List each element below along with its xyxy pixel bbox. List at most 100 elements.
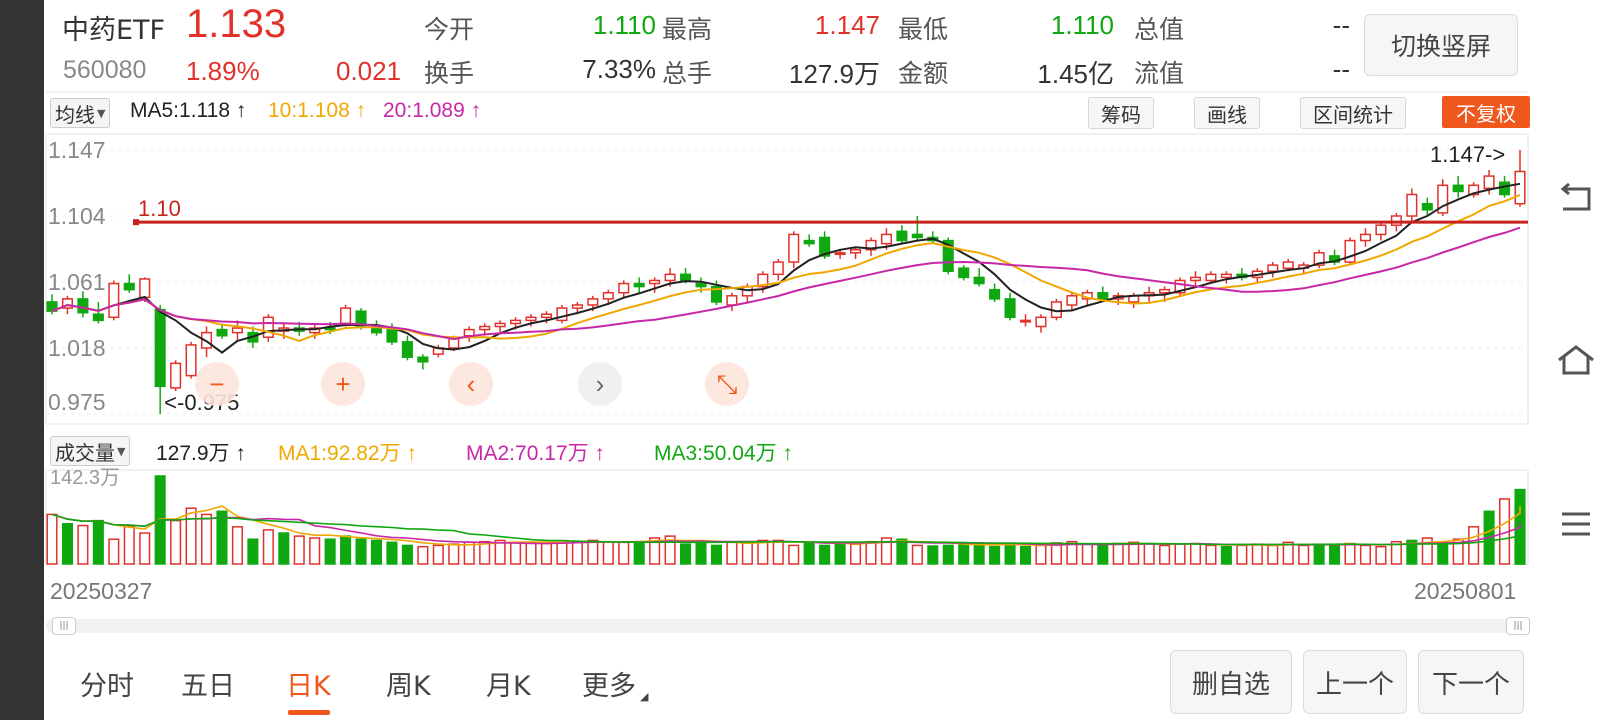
volume-bar: [46, 513, 58, 565]
volume-bar: [309, 537, 321, 565]
volume-bar: [1128, 541, 1140, 565]
caret-down-icon: ▼: [117, 444, 126, 458]
volume-bar: [710, 544, 723, 565]
volume-bar: [1050, 542, 1062, 565]
candle-body: [989, 288, 1001, 300]
back-icon[interactable]: [1556, 178, 1596, 218]
scroll-handle-left[interactable]: |||: [52, 617, 76, 635]
volume-bar: [1267, 544, 1279, 565]
next-button[interactable]: 下一个: [1418, 650, 1524, 714]
range-scrollbar[interactable]: [46, 619, 1528, 633]
volume-bar: [973, 542, 985, 565]
volume-bar: [958, 542, 970, 565]
candle-body: [1066, 295, 1078, 306]
volume-bar: [556, 541, 568, 565]
volume-bar: [170, 519, 182, 565]
volume-bar: [788, 544, 800, 565]
candle-body: [1499, 181, 1511, 196]
volume-bar: [324, 538, 336, 565]
candle-body: [695, 282, 707, 288]
vol-ma3-readout: MA3:50.04万 ↑: [654, 442, 793, 465]
candle-body: [973, 276, 985, 285]
volume-bar: [448, 543, 460, 565]
active-tab-indicator: [288, 710, 330, 715]
home-icon[interactable]: [1556, 340, 1596, 380]
candle-body: [386, 328, 398, 343]
candle-body: [1359, 233, 1372, 242]
price-tick-label: 1.104: [48, 203, 106, 229]
remove-watchlist-button[interactable]: 删自选: [1170, 650, 1292, 714]
tab-more[interactable]: 更多: [582, 664, 636, 703]
candle-body: [510, 319, 522, 325]
volume-bar: [139, 532, 151, 565]
volume-bar: [695, 542, 707, 565]
price-tick-label: 1.147: [48, 137, 106, 163]
tab-weekly-k[interactable]: 周K: [386, 664, 431, 703]
candle-body: [448, 338, 460, 349]
volume-bar: [1329, 543, 1341, 565]
tab-intraday[interactable]: 分时: [80, 664, 134, 703]
volume-bar: [510, 541, 522, 565]
previous-button[interactable]: 上一个: [1303, 650, 1407, 714]
volume-bar: [1437, 540, 1449, 565]
candle-body: [262, 316, 274, 339]
candle-body: [1483, 175, 1495, 190]
volume-indicator-select[interactable]: 成交量 ▼: [50, 436, 131, 466]
candle-body: [649, 279, 661, 285]
candle-body: [1004, 298, 1016, 319]
volume-bar: [942, 544, 954, 565]
candle-body: [1344, 239, 1356, 263]
candle-body: [896, 230, 908, 242]
zoom-in-icon-glyph: +: [335, 369, 350, 399]
volume-select-label: 成交量: [55, 440, 115, 465]
volume-bar: [262, 529, 274, 565]
candle-body: [788, 233, 800, 263]
volume-max-label: 142.3万: [50, 467, 120, 489]
volume-bar: [849, 543, 862, 565]
candlestick-chart[interactable]: 1.1471.1041.0611.0180.975 1.101.147-><-0…: [0, 0, 1612, 720]
candle-body: [401, 341, 413, 358]
volume-bar: [61, 522, 73, 565]
candle-body: [1159, 288, 1171, 294]
candle-body: [123, 282, 135, 291]
candle-body: [880, 233, 892, 245]
volume-bar: [1220, 545, 1232, 565]
tab-five-day[interactable]: 五日: [181, 664, 235, 703]
price-tick-label: 1.018: [48, 335, 106, 361]
volume-bar: [587, 539, 599, 565]
volume-bar: [293, 535, 305, 565]
volume-bar: [185, 507, 197, 565]
scroll-handle-right[interactable]: |||: [1506, 617, 1530, 635]
price-tick-label: 1.061: [48, 269, 106, 295]
candle-body: [525, 316, 537, 322]
candle-body: [680, 273, 692, 282]
candle-body: [1205, 273, 1217, 282]
candle-body: [1267, 264, 1279, 273]
volume-bar: [216, 510, 228, 565]
zoom-out-icon-glyph: −: [209, 369, 224, 399]
volume-bar: [1251, 543, 1263, 565]
volume-bar: [1019, 545, 1032, 565]
volume-bar: [896, 538, 908, 565]
volume-bar: [247, 538, 259, 565]
volume-bar: [726, 541, 738, 565]
candle-body: [803, 239, 815, 245]
volume-bar: [803, 541, 815, 565]
candle-body: [602, 291, 614, 300]
volume-bar: [1189, 542, 1202, 565]
candle-body: [170, 362, 182, 389]
volume-bar: [1344, 542, 1356, 565]
candle-body: [1097, 291, 1109, 300]
menu-icon[interactable]: [1556, 504, 1596, 544]
tab-daily-k[interactable]: 日K: [286, 664, 331, 703]
volume-bar: [989, 545, 1001, 565]
volume-bar: [834, 541, 846, 565]
candle-body: [185, 344, 197, 377]
tab-monthly-k[interactable]: 月K: [486, 664, 531, 703]
candle-body: [1220, 273, 1232, 279]
candle-body: [340, 307, 352, 325]
candle-body: [1375, 224, 1387, 236]
candle-body: [664, 273, 676, 282]
ma20-line: [51, 226, 1521, 341]
volume-bar: [1313, 543, 1325, 565]
